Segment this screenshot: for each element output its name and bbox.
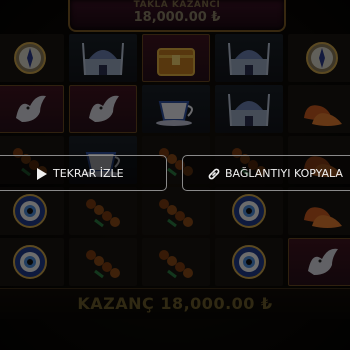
win-bar: KAZANÇ 18,000.00 ₺ [0, 288, 350, 319]
prayer-beads-symbol [69, 238, 137, 286]
prayer-beads-symbol [142, 187, 210, 235]
teacup-symbol [142, 85, 210, 133]
palace-icon [228, 42, 270, 76]
play-icon [37, 168, 47, 180]
replay-label: TEKRAR İZLE [53, 166, 124, 180]
dove-symbol [69, 85, 137, 133]
copy-link-label: BAĞLANTIYI KOPYALA [225, 166, 343, 180]
prayer-beads-icon [159, 250, 193, 279]
palace-icon [82, 42, 124, 76]
replay-button[interactable]: TEKRAR İZLE [0, 155, 167, 191]
total-win-text: KAZANÇ 18,000.00 ₺ [77, 294, 273, 313]
slippers-icon [304, 207, 342, 228]
slot-game: TAKLA KAZANCI 18,000.00 ₺ KAZANÇ 18,000.… [0, 0, 350, 350]
evil-eye-symbol [0, 238, 64, 286]
evil-eye-icon [232, 245, 266, 279]
slippers-symbol [288, 85, 350, 133]
slippers-icon [304, 105, 342, 126]
palace-icon [228, 93, 270, 127]
prayer-beads-icon [159, 199, 193, 228]
treasure-chest-icon [157, 48, 195, 76]
dove-icon [16, 95, 46, 122]
dove-symbol [0, 85, 64, 133]
compass-symbol [0, 34, 64, 82]
evil-eye-symbol [215, 238, 283, 286]
treasure-chest-symbol [142, 34, 210, 82]
slippers-symbol [288, 187, 350, 235]
palace-symbol [215, 85, 283, 133]
free-spins-win-amount: 18,000.00 ₺ [133, 10, 221, 25]
prayer-beads-icon [86, 199, 120, 228]
dove-icon [308, 248, 338, 275]
free-spins-win-banner: TAKLA KAZANCI 18,000.00 ₺ [68, 0, 286, 32]
dove-icon [89, 95, 119, 122]
compass-icon [14, 42, 46, 74]
teacup-icon [156, 101, 193, 126]
dove-symbol [288, 238, 350, 286]
link-icon [208, 168, 220, 180]
palace-symbol [215, 34, 283, 82]
evil-eye-icon [13, 245, 47, 279]
compass-symbol [288, 34, 350, 82]
evil-eye-icon [232, 194, 266, 228]
copy-link-button[interactable]: BAĞLANTIYI KOPYALA [182, 155, 350, 191]
prayer-beads-icon [86, 250, 120, 279]
prayer-beads-symbol [69, 187, 137, 235]
evil-eye-icon [13, 194, 47, 228]
evil-eye-symbol [215, 187, 283, 235]
evil-eye-symbol [0, 187, 64, 235]
palace-symbol [69, 34, 137, 82]
prayer-beads-symbol [142, 238, 210, 286]
free-spins-win-label: TAKLA KAZANCI [133, 0, 221, 10]
compass-icon [306, 42, 338, 74]
